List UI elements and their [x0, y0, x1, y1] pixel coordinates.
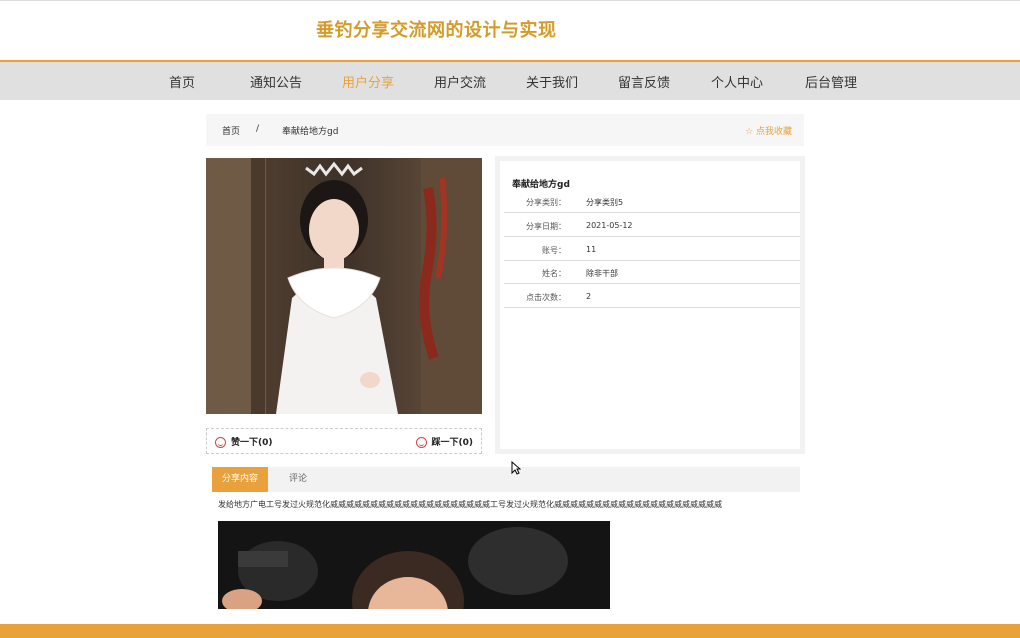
field-value: 除非干部: [586, 269, 618, 278]
detail-row: 分享日期： 2021-05-12: [504, 213, 800, 237]
share-content-image: [218, 521, 610, 609]
footer-bar: [0, 624, 1020, 638]
field-label: 点击次数：: [526, 293, 566, 302]
tab-comments[interactable]: 评论: [278, 467, 318, 492]
breadcrumb-home[interactable]: 首页: [222, 124, 240, 137]
detail-row: 点击次数： 2: [504, 284, 800, 308]
nav-item-feedback[interactable]: 留言反馈: [618, 72, 670, 91]
mouse-cursor: [511, 460, 522, 475]
field-label: 分享类别：: [526, 198, 566, 207]
share-content-text: 发给地方广电工号发过火规范化威威威威威威威威威威威威威威威威威威威威工号发过火规…: [218, 500, 722, 509]
detail-panel: 奉献给地方gd 分享类别： 分享类别5 分享日期： 2021-05-12 账号：…: [495, 156, 805, 454]
breadcrumb-current: 奉献给地方gd: [282, 127, 339, 137]
vote-bar: 赞一下(0) 踩一下(0): [206, 428, 482, 454]
favorite-button[interactable]: ☆ 点我收藏: [745, 124, 792, 137]
nav-item-home[interactable]: 首页: [169, 72, 195, 91]
dislike-button[interactable]: 踩一下(0): [415, 435, 474, 448]
share-photo: [206, 158, 482, 414]
smile-icon: [215, 437, 226, 448]
like-button[interactable]: 赞一下(0): [215, 435, 273, 448]
nav-item-notices[interactable]: 通知公告: [250, 72, 302, 91]
field-value: 分享类别5: [586, 198, 624, 207]
nav-item-user-share[interactable]: 用户分享: [342, 72, 394, 91]
field-label: 账号：: [542, 246, 566, 255]
like-label: 赞一下(0): [231, 438, 273, 448]
dislike-label: 踩一下(0): [431, 438, 474, 448]
site-title: 垂钓分享交流网的设计与实现: [316, 20, 557, 41]
nav-item-about[interactable]: 关于我们: [526, 72, 578, 91]
main-nav: 首页 通知公告 用户分享 用户交流 关于我们 留言反馈 个人中心 后台管理: [0, 60, 1020, 100]
field-value: 2021-05-12: [586, 221, 633, 230]
content-tabs: 分享内容 评论: [212, 467, 800, 492]
nav-item-admin[interactable]: 后台管理: [805, 72, 857, 91]
detail-row: 分享类别： 分享类别5: [504, 189, 800, 213]
field-value: 11: [586, 245, 597, 254]
frown-icon: [415, 437, 427, 448]
field-label: 分享日期：: [526, 222, 566, 231]
field-value: 2: [586, 292, 592, 301]
breadcrumb: 首页 / 奉献给地方gd ☆ 点我收藏: [206, 114, 804, 146]
top-border: [0, 0, 1020, 1]
nav-item-personal-center[interactable]: 个人中心: [711, 72, 763, 91]
detail-row: 账号： 11: [504, 237, 800, 261]
breadcrumb-separator: /: [256, 124, 260, 134]
nav-item-user-exchange[interactable]: 用户交流: [434, 72, 486, 91]
tab-share-content[interactable]: 分享内容: [212, 467, 268, 492]
field-label: 姓名：: [542, 269, 566, 278]
detail-row: 姓名： 除非干部: [504, 260, 800, 284]
